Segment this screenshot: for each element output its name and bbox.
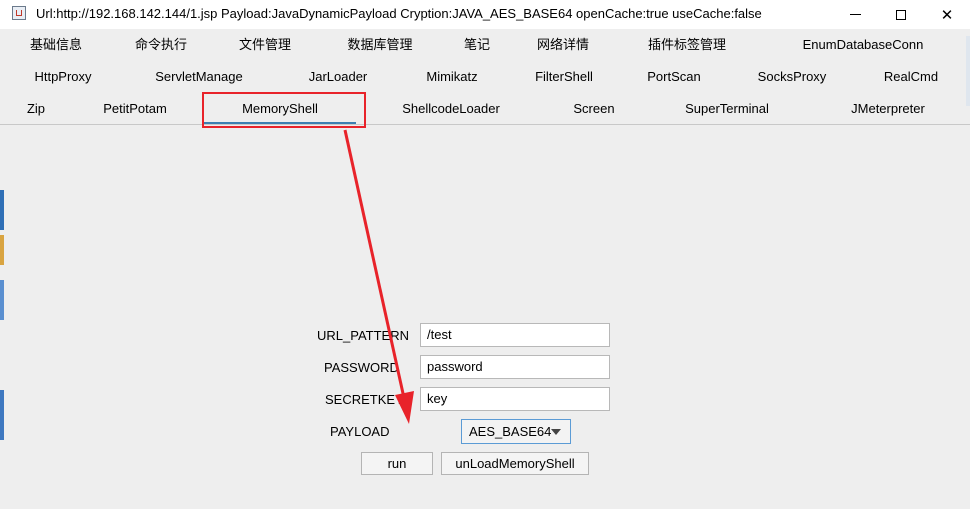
unload-memory-shell-button[interactable]: unLoadMemoryShell bbox=[441, 452, 589, 475]
tab-http-proxy[interactable]: HttpProxy bbox=[23, 61, 103, 93]
tab-command-exec[interactable]: 命令执行 bbox=[121, 29, 201, 61]
url-pattern-label: URL_PATTERN bbox=[317, 328, 409, 343]
title-bar: Url:http://192.168.142.144/1.jsp Payload… bbox=[0, 0, 970, 29]
minimize-button[interactable] bbox=[832, 0, 878, 29]
tab-basic-info[interactable]: 基础信息 bbox=[16, 29, 96, 61]
tab-socks-proxy[interactable]: SocksProxy bbox=[751, 61, 833, 93]
tab-database-manager[interactable]: 数据库管理 bbox=[334, 29, 426, 61]
close-icon: ✕ bbox=[940, 6, 954, 24]
tab-network-details[interactable]: 网络详情 bbox=[523, 29, 603, 61]
tab-mimikatz[interactable]: Mimikatz bbox=[412, 61, 492, 93]
chevron-down-icon bbox=[551, 429, 561, 435]
window-title: Url:http://192.168.142.144/1.jsp Payload… bbox=[36, 6, 762, 21]
run-button[interactable]: run bbox=[361, 452, 433, 475]
tab-filter-shell[interactable]: FilterShell bbox=[524, 61, 604, 93]
desktop-edge-left bbox=[0, 190, 4, 490]
minimize-icon bbox=[849, 14, 861, 15]
tabstrip-divider bbox=[0, 124, 970, 125]
tab-memory-shell[interactable]: MemoryShell bbox=[204, 93, 356, 125]
tab-notes[interactable]: 笔记 bbox=[452, 29, 502, 61]
tab-real-cmd[interactable]: RealCmd bbox=[874, 61, 948, 93]
tab-super-terminal[interactable]: SuperTerminal bbox=[677, 93, 777, 125]
url-pattern-input[interactable]: /test bbox=[420, 323, 610, 347]
maximize-icon bbox=[896, 9, 906, 20]
desktop-edge-right bbox=[966, 36, 970, 106]
tab-shellcode-loader[interactable]: ShellcodeLoader bbox=[396, 93, 506, 125]
plugin-tabstrip: 基础信息 命令执行 文件管理 数据库管理 笔记 网络详情 插件标签管理 Enum… bbox=[0, 29, 970, 125]
payload-label: PAYLOAD bbox=[330, 424, 390, 439]
main-panel: 基础信息 命令执行 文件管理 数据库管理 笔记 网络详情 插件标签管理 Enum… bbox=[0, 29, 970, 509]
payload-selected-value: AES_BASE64 bbox=[469, 424, 552, 439]
tab-jmeterpreter[interactable]: JMeterpreter bbox=[840, 93, 936, 125]
tab-screen[interactable]: Screen bbox=[560, 93, 628, 125]
tab-port-scan[interactable]: PortScan bbox=[634, 61, 714, 93]
password-input[interactable]: password bbox=[420, 355, 610, 379]
java-cup-icon bbox=[12, 6, 26, 20]
tab-servlet-manage[interactable]: ServletManage bbox=[146, 61, 252, 93]
tab-petit-potam[interactable]: PetitPotam bbox=[95, 93, 175, 125]
maximize-button[interactable] bbox=[878, 0, 924, 29]
tab-file-manager[interactable]: 文件管理 bbox=[225, 29, 305, 61]
secretkey-input[interactable]: key bbox=[420, 387, 610, 411]
tab-zip[interactable]: Zip bbox=[12, 93, 60, 125]
secretkey-label: SECRETKEY bbox=[325, 392, 404, 407]
payload-select[interactable]: AES_BASE64 bbox=[461, 419, 571, 444]
close-button[interactable]: ✕ bbox=[924, 0, 970, 29]
tab-plugin-tag-manager[interactable]: 插件标签管理 bbox=[636, 29, 738, 61]
tab-jar-loader[interactable]: JarLoader bbox=[298, 61, 378, 93]
tab-enum-database-conn[interactable]: EnumDatabaseConn bbox=[790, 29, 936, 61]
password-label: PASSWORD bbox=[324, 360, 399, 375]
